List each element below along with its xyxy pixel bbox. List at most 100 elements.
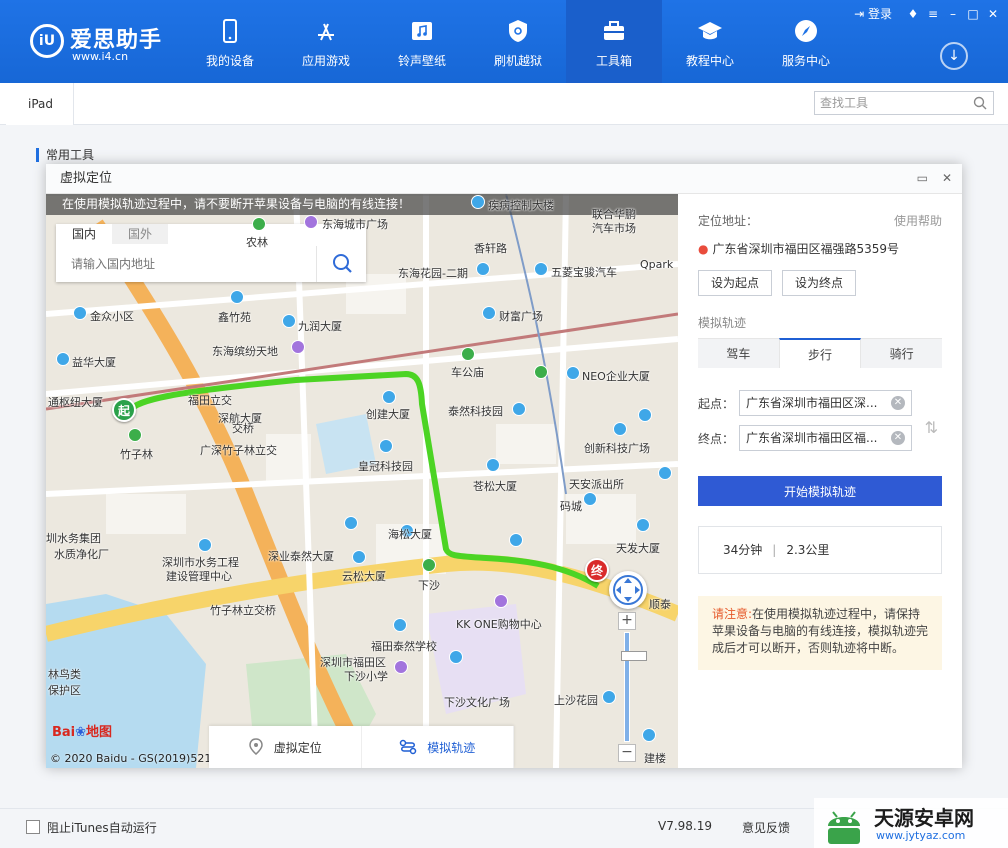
nav-ringtones[interactable]: 铃声壁纸 [374, 0, 470, 83]
poi-icon [636, 518, 650, 532]
poi-icon [56, 352, 70, 366]
nav-toolbox[interactable]: 工具箱 [566, 0, 662, 83]
map-label: NEO企业大厦 [582, 370, 650, 383]
tab-virtual-location[interactable]: 虚拟定位 [209, 726, 362, 768]
start-point-row: 起点： 广东省深圳市福田区深... ✕ [698, 390, 942, 416]
track-section-label: 模拟轨迹 [698, 316, 747, 330]
maximize-icon[interactable]: □ [966, 7, 980, 21]
skin-icon[interactable]: ♦ [906, 7, 920, 21]
poi-icon [638, 408, 652, 422]
map-pin-icon: ● [698, 242, 709, 256]
mall-icon [394, 660, 408, 674]
set-end-button[interactable]: 设为终点 [782, 270, 857, 296]
block-itunes-checkbox[interactable] [26, 820, 40, 834]
swap-points-icon[interactable]: ⇅ [925, 418, 938, 437]
help-link[interactable]: 使用帮助 [894, 212, 942, 229]
dialog-close-icon[interactable]: ✕ [942, 171, 952, 185]
route-summary: 34分钟 | 2.3公里 [698, 526, 942, 574]
poi-icon [534, 262, 548, 276]
map-label: 圳水务集团 [46, 532, 101, 545]
section-common-tools: 常用工具 [36, 148, 94, 162]
nav-tutorials[interactable]: 教程中心 [662, 0, 758, 83]
tab-ride[interactable]: 骑行 [861, 339, 942, 368]
nav-label: 工具箱 [595, 54, 632, 68]
map-label: 东海缤纷天地 [212, 345, 278, 358]
menu-icon[interactable]: ≡ [926, 7, 940, 21]
poi-icon [382, 390, 396, 404]
shield-icon [509, 20, 527, 42]
zoom-thumb[interactable] [621, 651, 647, 661]
tab-simulated-track[interactable]: 模拟轨迹 [362, 726, 514, 768]
end-point-field[interactable]: 广东省深圳市福田区福... ✕ [739, 425, 912, 451]
map-label: KK ONE购物中心 [456, 618, 542, 631]
poi-icon [198, 538, 212, 552]
dialog-maximize-icon[interactable]: ▭ [917, 171, 928, 185]
address-search-input[interactable] [56, 246, 316, 282]
baidu-paw-icon: ❀ [75, 725, 87, 740]
map-label: 码城 [560, 500, 582, 513]
poi-icon [642, 728, 656, 742]
poi-icon [476, 262, 490, 276]
summary-divider: | [772, 543, 777, 557]
poi-icon [482, 306, 496, 320]
clear-start-icon[interactable]: ✕ [891, 396, 905, 410]
nav-my-device[interactable]: 我的设备 [182, 0, 278, 83]
end-point-row: 终点： 广东省深圳市福田区福... ✕ [698, 425, 942, 451]
map-label: 云松大厦 [342, 570, 386, 583]
map-label: 东海城市广场 [322, 218, 388, 231]
window-controls: ⇥ 登录 ♦ ≡ – □ ✕ [854, 5, 1000, 22]
map-label: 顺泰 [649, 598, 671, 611]
notice-heading: 请注意: [712, 607, 753, 621]
map-label: 福田立交 [188, 394, 232, 407]
map-label: 香轩路 [474, 242, 507, 255]
download-icon[interactable]: ↓ [940, 42, 968, 70]
login-link[interactable]: ⇥ 登录 [854, 5, 892, 22]
zoom-track[interactable] [621, 632, 647, 742]
search-icon[interactable] [973, 96, 987, 110]
tab-drive[interactable]: 驾车 [698, 339, 779, 368]
map-label: 金众小区 [90, 310, 134, 323]
login-label: 登录 [867, 7, 892, 21]
zoom-out-button[interactable]: − [618, 744, 636, 762]
set-start-button[interactable]: 设为起点 [698, 270, 773, 296]
nav-service[interactable]: 服务中心 [758, 0, 854, 83]
route-icon [399, 739, 417, 755]
route-end-marker[interactable]: 终 [585, 558, 609, 582]
tab-label: 虚拟定位 [273, 740, 322, 755]
metro-station-icon [534, 365, 548, 379]
device-tab-ipad[interactable]: iPad [6, 83, 74, 125]
block-itunes-label[interactable]: 阻止iTunes自动运行 [47, 819, 157, 836]
poi-icon [449, 650, 463, 664]
map-label: 海松大厦 [388, 528, 432, 541]
region-tab-overseas[interactable]: 国外 [112, 224, 168, 244]
nav-apps-games[interactable]: 应用游戏 [278, 0, 374, 83]
tool-search-input[interactable]: 查找工具 [814, 91, 994, 115]
location-panel: 定位地址： 使用帮助 ● 广东省深圳市福田区福强路5359号 设为起点 设为终点 … [678, 194, 962, 768]
tab-label: 模拟轨迹 [427, 740, 476, 755]
map-label: 五菱宝骏汽车 [551, 266, 617, 279]
metro-station-icon [461, 347, 475, 361]
address-search-button[interactable] [316, 246, 366, 282]
route-start-marker[interactable]: 起 [112, 398, 136, 422]
clear-end-icon[interactable]: ✕ [891, 431, 905, 445]
nav-flash-jailbreak[interactable]: 刷机越狱 [470, 0, 566, 83]
zoom-in-button[interactable]: + [618, 612, 636, 630]
map-pan-control[interactable] [609, 571, 647, 609]
nav-label: 服务中心 [781, 54, 830, 68]
poi-icon [512, 402, 526, 416]
dialog-title: 虚拟定位 [46, 164, 962, 194]
map-copyright: © 2020 Baidu - GS(2019)5218号 [50, 752, 230, 765]
start-point-field[interactable]: 广东省深圳市福田区深... ✕ [739, 390, 912, 416]
music-icon [412, 22, 432, 40]
map-label: 鑫竹苑 [218, 311, 251, 324]
minimize-icon[interactable]: – [946, 7, 960, 21]
feedback-link[interactable]: 意见反馈 [742, 819, 790, 836]
tab-walk[interactable]: 步行 [778, 338, 862, 368]
region-tab-domestic[interactable]: 国内 [56, 224, 112, 244]
close-icon[interactable]: ✕ [986, 7, 1000, 21]
end-point-label: 终点： [698, 432, 735, 446]
map-view[interactable]: 在使用模拟轨迹过程中，请不要断开苹果设备与电脑的有线连接！ 国内 国外 请输入国… [46, 194, 678, 768]
start-simulation-button[interactable]: 开始模拟轨迹 [698, 476, 942, 506]
nav-label: 教程中心 [685, 54, 734, 68]
map-label: 创新科技广场 [584, 442, 650, 455]
